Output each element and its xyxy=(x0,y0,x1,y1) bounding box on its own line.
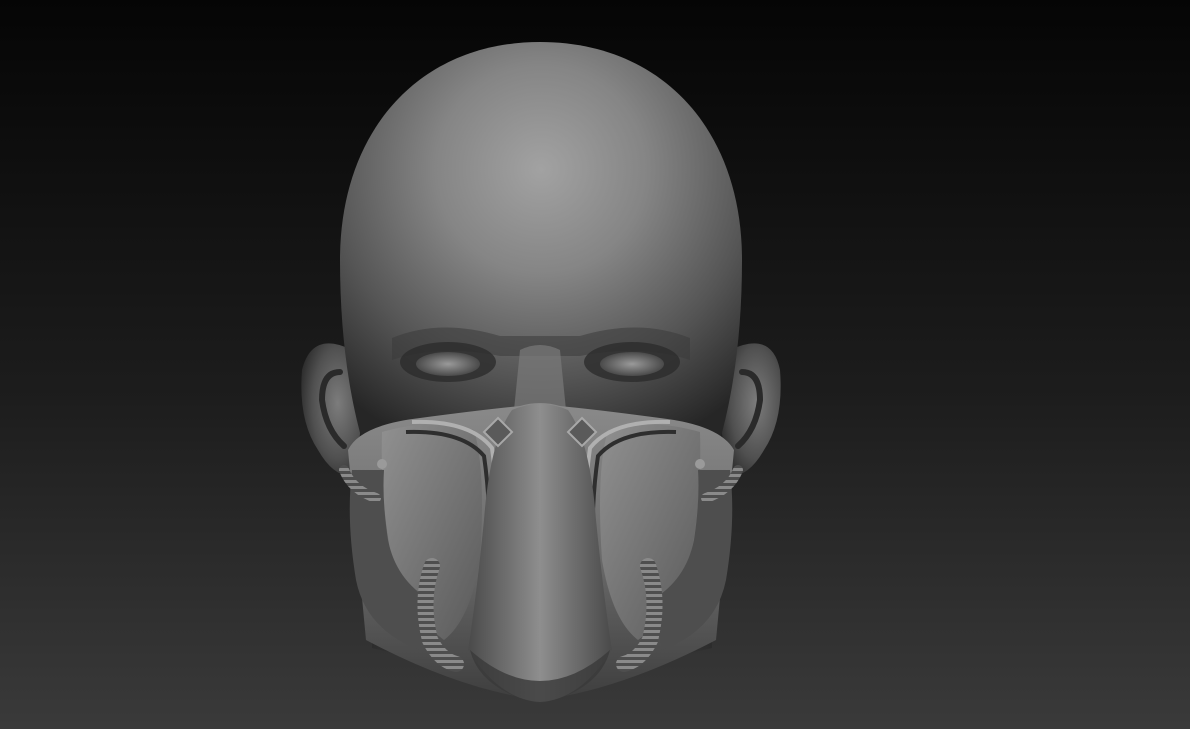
viewport-canvas[interactable] xyxy=(0,0,1190,729)
nose-bridge xyxy=(514,345,566,410)
right-eye xyxy=(600,352,664,376)
left-rivet xyxy=(377,459,387,469)
left-eye xyxy=(416,352,480,376)
scene-render xyxy=(0,0,1190,729)
right-rivet xyxy=(695,459,705,469)
